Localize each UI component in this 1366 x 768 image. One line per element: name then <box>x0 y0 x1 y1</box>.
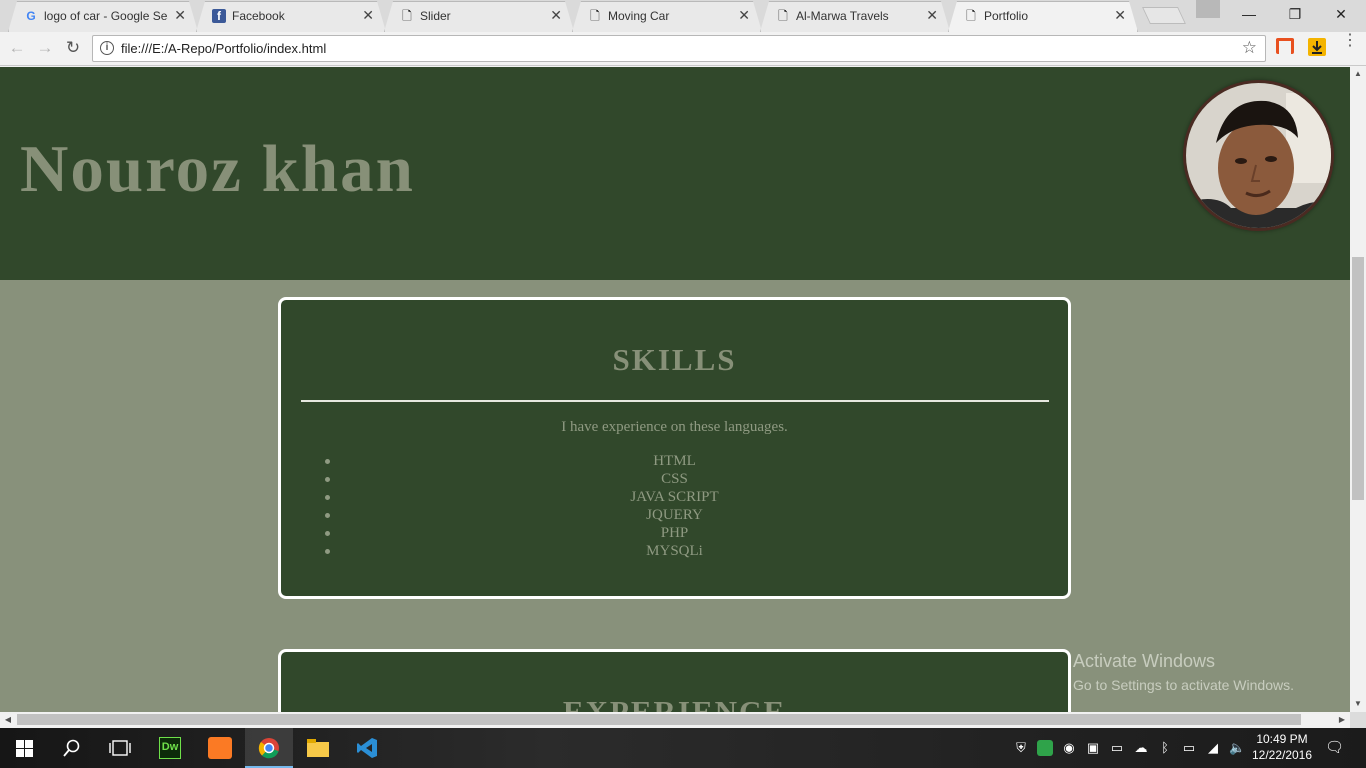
reload-icon[interactable]: ↻ <box>62 37 84 59</box>
document-icon: 🗋 <box>778 9 788 23</box>
cloud-icon[interactable]: ☁ <box>1133 740 1149 756</box>
back-arrow-icon[interactable]: ← <box>6 37 28 59</box>
forward-arrow-icon[interactable]: → <box>34 37 56 59</box>
address-bar[interactable]: i file:///E:/A-Repo/Portfolio/index.html… <box>92 35 1266 62</box>
start-icon[interactable] <box>0 728 48 768</box>
notification-icon[interactable]: 🗨 <box>1325 740 1344 756</box>
scrollbar-thumb[interactable] <box>17 714 1301 725</box>
close-icon[interactable]: ✕ <box>738 7 750 24</box>
wifi-icon[interactable]: ◢ <box>1205 740 1221 756</box>
tab-title: Portfolio <box>984 9 1029 23</box>
dreamweaver-icon[interactable]: Dw <box>146 728 194 768</box>
experience-heading: EXPERIENCE <box>562 694 787 712</box>
new-tab-button[interactable] <box>1142 7 1186 24</box>
file-explorer-icon[interactable] <box>294 728 342 768</box>
skills-list: HTML CSS JAVA SCRIPT JQUERY PHP MYSQLi <box>281 452 1068 560</box>
scrollbar-corner <box>1350 712 1366 728</box>
list-item: MYSQLi <box>281 542 1068 560</box>
list-item: CSS <box>281 470 1068 488</box>
menu-icon[interactable]: ⋮ <box>1342 33 1358 49</box>
list-item: HTML <box>281 452 1068 470</box>
task-view-icon[interactable] <box>96 728 144 768</box>
tab-al-marwa-travels[interactable]: 🗋 Al-Marwa Travels ✕ <box>760 1 950 32</box>
chrome-icon[interactable] <box>245 728 293 768</box>
activate-windows-subtitle: Go to Settings to activate Windows. <box>1073 677 1294 693</box>
shield-icon[interactable]: ⛨ <box>1013 740 1029 756</box>
system-clock[interactable]: 10:49 PM 12/22/2016 <box>1250 731 1314 763</box>
scrollbar-thumb[interactable] <box>1352 257 1364 500</box>
scroll-left-icon[interactable]: ◀ <box>0 715 16 724</box>
scroll-down-icon[interactable]: ▼ <box>1350 699 1366 708</box>
volume-icon[interactable]: 🔈 <box>1229 740 1245 756</box>
taskbar: Dw ⛨ ◉ ▣ ▭ ☁ ᛒ ▭ ◢ 🔈 10:49 PM 12/22/2016… <box>0 728 1366 768</box>
page-title: Nouroz khan <box>20 132 415 206</box>
vertical-scrollbar[interactable]: ▲ ▼ <box>1350 67 1366 712</box>
skills-heading: SKILLS <box>612 342 737 377</box>
close-icon[interactable]: ✕ <box>362 7 374 24</box>
horizontal-scrollbar[interactable]: ◀ ▶ <box>0 712 1350 728</box>
minimize-button[interactable]: — <box>1226 0 1272 30</box>
tab-moving-car[interactable]: 🗋 Moving Car ✕ <box>572 1 762 32</box>
clock-date: 12/22/2016 <box>1251 748 1313 762</box>
bookmark-star-icon[interactable]: ☆ <box>1242 38 1257 58</box>
close-icon[interactable]: ✕ <box>174 7 186 24</box>
facebook-icon: f <box>212 9 226 23</box>
page-viewport: Nouroz khan SKILLS I have experience on … <box>0 67 1350 712</box>
skill-label: CSS <box>661 471 688 487</box>
app-tray-icon[interactable] <box>1037 740 1053 756</box>
tab-title: Moving Car <box>608 9 670 23</box>
xampp-icon[interactable] <box>196 728 244 768</box>
skill-label: HTML <box>653 453 696 469</box>
monitor-icon[interactable]: ▭ <box>1109 740 1125 756</box>
network-globe-icon[interactable]: ◉ <box>1061 740 1077 756</box>
tab-title: Slider <box>420 9 451 23</box>
avatar <box>1183 80 1334 231</box>
visual-studio-icon[interactable] <box>343 728 391 768</box>
extension-icon[interactable] <box>1276 38 1294 54</box>
tab-google[interactable]: G logo of car - Google Sea ✕ <box>8 1 198 32</box>
clock-time: 10:49 PM <box>1256 732 1308 746</box>
restore-button[interactable]: ❐ <box>1272 0 1318 30</box>
battery-icon[interactable]: ▭ <box>1181 740 1197 756</box>
experience-card: EXPERIENCE <box>278 649 1071 712</box>
info-icon[interactable]: i <box>100 41 114 55</box>
download-extension-icon[interactable] <box>1308 38 1326 56</box>
scroll-up-icon[interactable]: ▲ <box>1350 69 1366 78</box>
tab-facebook[interactable]: f Facebook ✕ <box>196 1 386 32</box>
tab-title: Al-Marwa Travels <box>796 9 889 23</box>
skills-intro: I have experience on these languages. <box>561 419 788 435</box>
skill-label: JQUERY <box>646 507 703 523</box>
google-icon: G <box>26 9 36 23</box>
url-text[interactable]: file:///E:/A-Repo/Portfolio/index.html <box>121 41 326 56</box>
close-icon[interactable]: ✕ <box>550 7 562 24</box>
tab-title: logo of car - Google Sea <box>44 9 168 23</box>
list-item: JAVA SCRIPT <box>281 488 1068 506</box>
skill-label: MYSQLi <box>646 543 703 559</box>
tab-strip: G logo of car - Google Sea ✕ f Facebook … <box>0 0 1366 32</box>
header-section: Nouroz khan <box>0 67 1350 280</box>
profile-button[interactable] <box>1196 0 1220 18</box>
document-icon: 🗋 <box>590 9 600 23</box>
skill-label: PHP <box>660 525 689 541</box>
skills-card: SKILLS I have experience on these langua… <box>278 297 1071 599</box>
tab-portfolio[interactable]: 🗋 Portfolio ✕ <box>948 1 1138 32</box>
list-item: PHP <box>281 524 1068 542</box>
close-icon[interactable]: ✕ <box>926 7 938 24</box>
document-icon: 🗋 <box>402 9 412 23</box>
close-window-button[interactable]: ✕ <box>1318 0 1364 30</box>
list-item: JQUERY <box>281 506 1068 524</box>
close-icon[interactable]: ✕ <box>1114 7 1126 24</box>
scroll-right-icon[interactable]: ▶ <box>1334 715 1350 724</box>
tab-slider[interactable]: 🗋 Slider ✕ <box>384 1 574 32</box>
search-icon[interactable] <box>48 728 96 768</box>
skill-label: JAVA SCRIPT <box>630 489 719 505</box>
device-icon[interactable]: ▣ <box>1085 740 1101 756</box>
document-icon: 🗋 <box>966 9 976 23</box>
tab-title: Facebook <box>232 9 285 23</box>
divider <box>301 400 1049 402</box>
browser-toolbar: ← → ↻ i file:///E:/A-Repo/Portfolio/inde… <box>0 32 1366 66</box>
bluetooth-icon[interactable]: ᛒ <box>1157 740 1173 756</box>
activate-windows-title: Activate Windows <box>1073 651 1216 671</box>
